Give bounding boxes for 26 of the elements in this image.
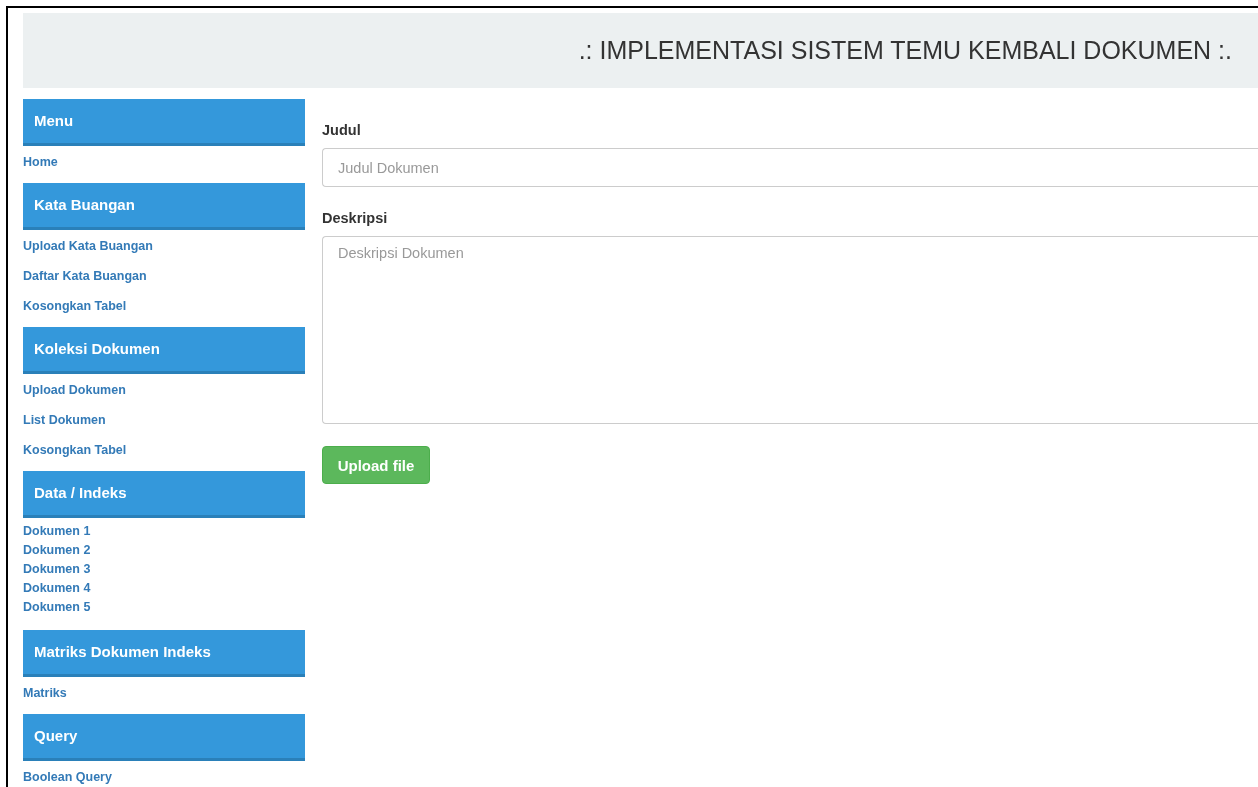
description-field[interactable]: Deskripsi Dokumen bbox=[322, 236, 1258, 424]
sidebar-link[interactable]: Dokumen 4 bbox=[23, 579, 91, 598]
sidebar-link[interactable]: Boolean Query bbox=[23, 762, 112, 787]
section-header: Koleksi Dokumen bbox=[23, 327, 305, 374]
section-header: Menu bbox=[23, 99, 305, 146]
field-label: Judul bbox=[322, 121, 361, 139]
title-field[interactable]: Judul Dokumen bbox=[322, 148, 1258, 187]
section-header: Kata Buangan bbox=[23, 183, 305, 230]
field-label: Deskripsi bbox=[322, 209, 388, 227]
section-header: Data / Indeks bbox=[23, 471, 305, 518]
sidebar-link[interactable]: Dokumen 2 bbox=[23, 541, 91, 560]
sidebar-link[interactable]: Matriks bbox=[23, 678, 67, 708]
sidebar-link[interactable]: Dokumen 5 bbox=[23, 598, 91, 617]
upload-button[interactable]: Upload file bbox=[322, 446, 430, 484]
sidebar-link[interactable]: Upload Kata Buangan bbox=[23, 231, 153, 261]
sidebar-link[interactable]: Dokumen 1 bbox=[23, 522, 91, 541]
sidebar-link[interactable]: Daftar Kata Buangan bbox=[23, 261, 147, 291]
sidebar-link[interactable]: Kosongkan Tabel bbox=[23, 435, 127, 465]
page-title: .: IMPLEMENTASI SISTEM TEMU KEMBALI DOKUMEN :. bbox=[578, 36, 1232, 65]
sidebar-link[interactable]: Dokumen 3 bbox=[23, 560, 91, 579]
section-header: Query bbox=[23, 714, 305, 761]
sidebar-link[interactable]: List Dokumen bbox=[23, 405, 106, 435]
section-header: Matriks Dokumen Indeks bbox=[23, 630, 305, 677]
sidebar-link[interactable]: Upload Dokumen bbox=[23, 375, 126, 405]
sidebar-link[interactable]: Home bbox=[23, 147, 58, 177]
sidebar-link[interactable]: Kosongkan Tabel bbox=[23, 291, 127, 321]
